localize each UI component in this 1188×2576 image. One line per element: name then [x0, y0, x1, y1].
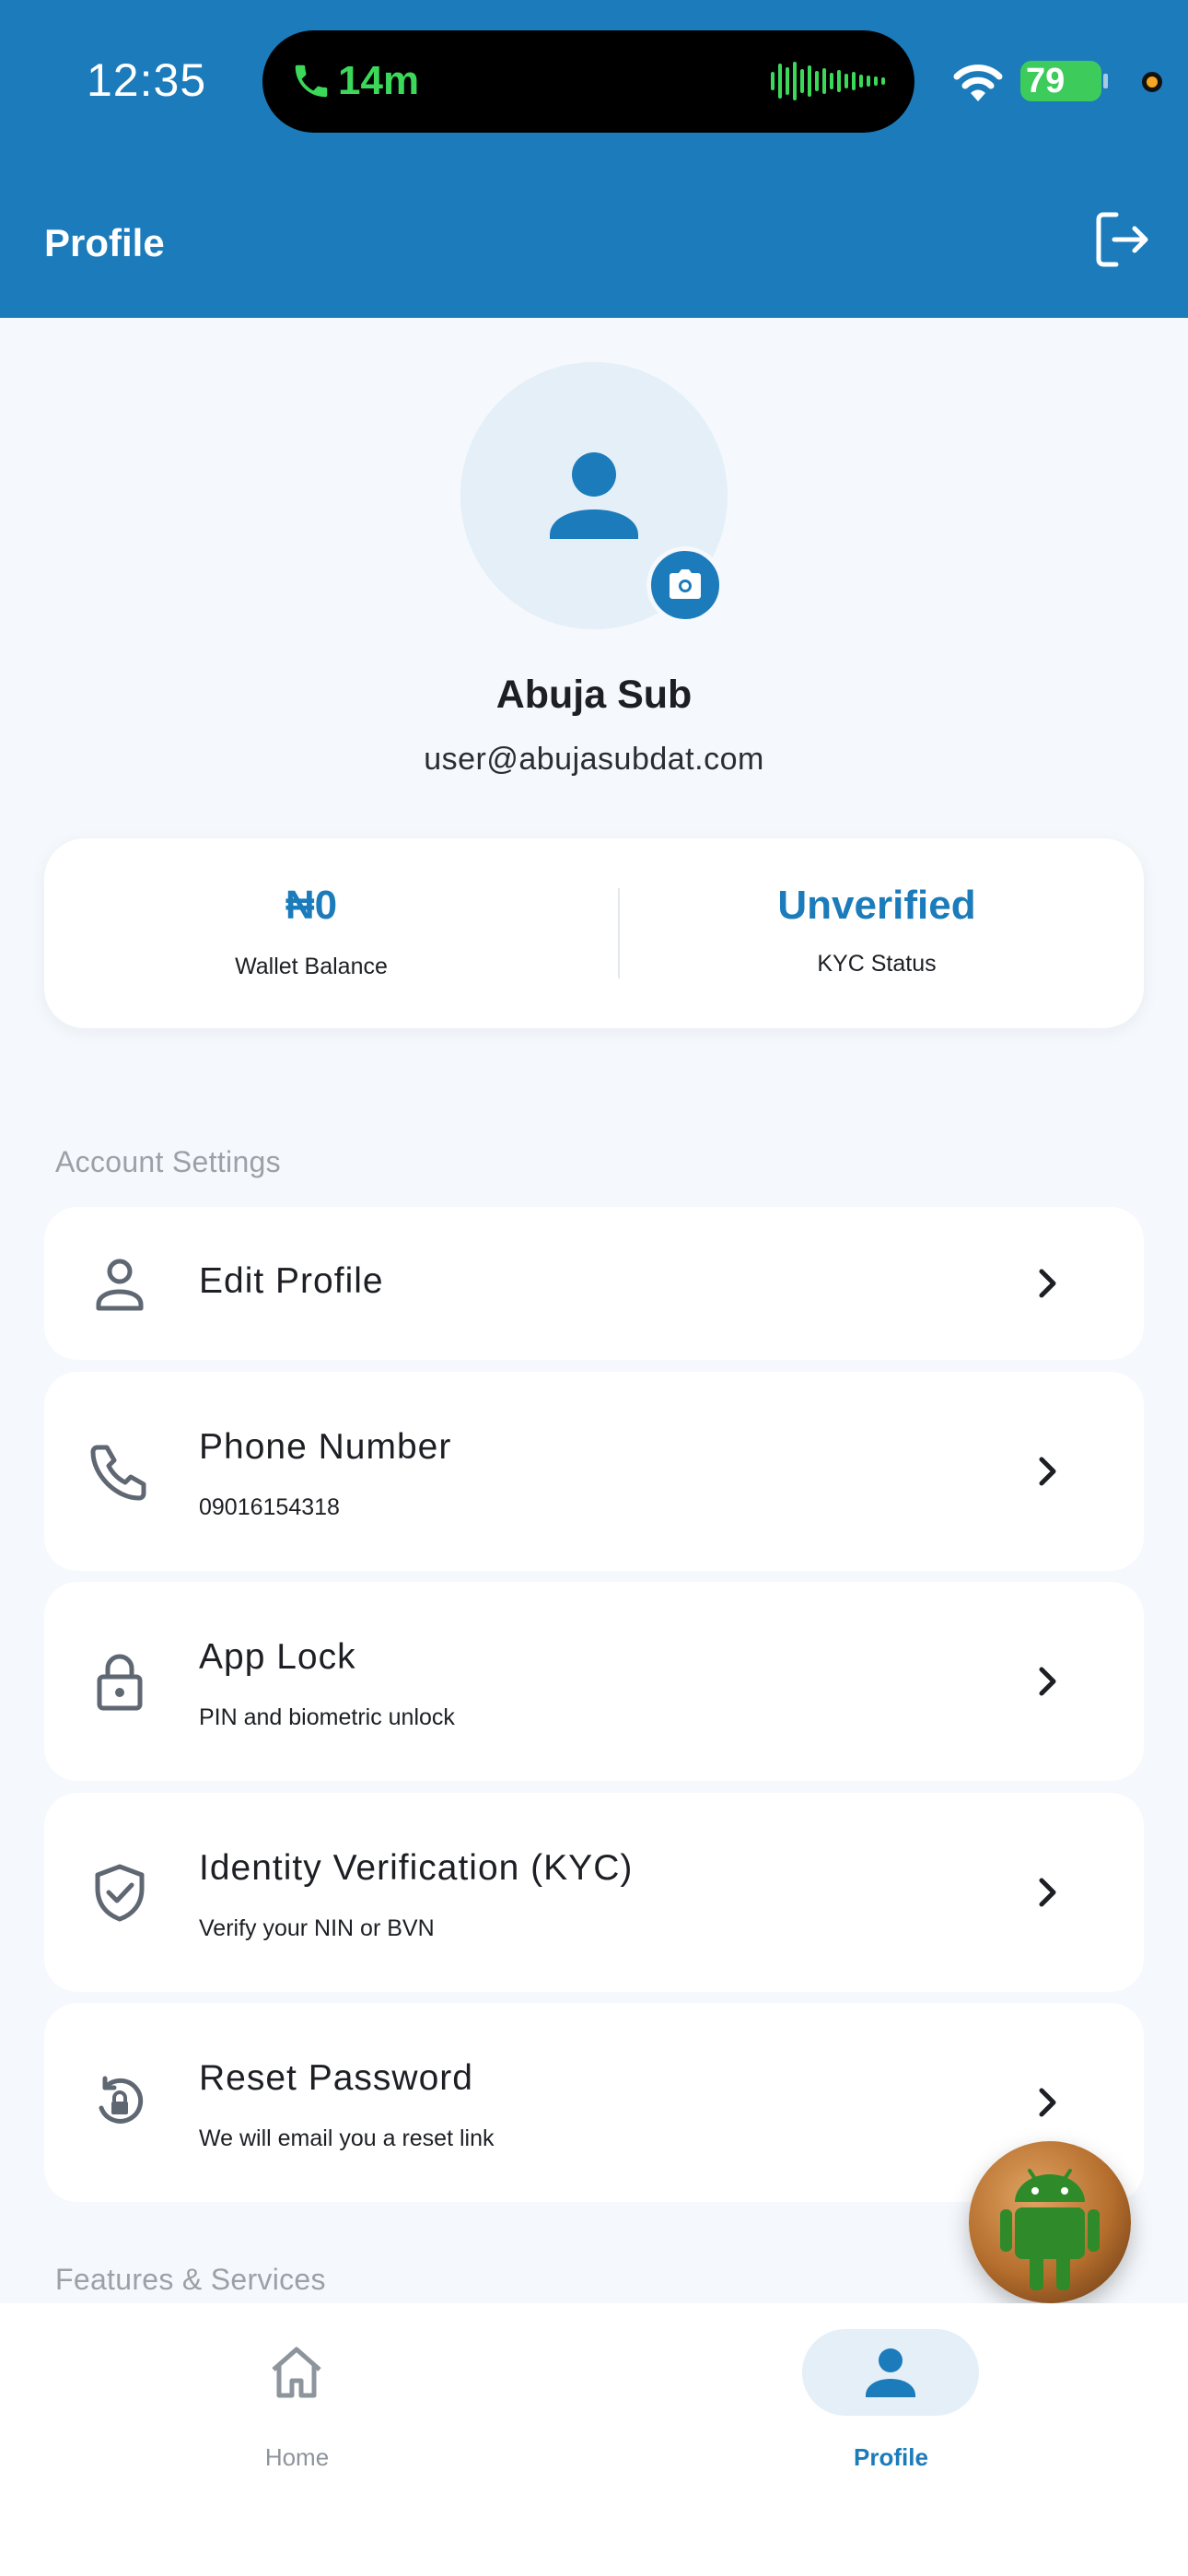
- nav-label-home: Home: [264, 2443, 330, 2471]
- camera-indicator: [1142, 72, 1162, 92]
- settings-item-subtitle: Verify your NIN or BVN: [199, 1915, 435, 1941]
- settings-item-subtitle: We will email you a reset link: [199, 2125, 495, 2151]
- nav-item-profile[interactable]: Profile: [594, 2303, 1188, 2576]
- wifi-icon: [953, 64, 1003, 101]
- android-robot-icon: [1000, 2169, 1100, 2290]
- page-title: Profile: [44, 221, 165, 264]
- settings-item-title: Edit Profile: [199, 1261, 384, 1301]
- person-icon: [550, 452, 638, 539]
- settings-item-subtitle: 09016154318: [199, 1494, 340, 1520]
- kyc-status-stat[interactable]: Unverified KYC Status: [610, 838, 1144, 1028]
- settings-item-subtitle: PIN and biometric unlock: [199, 1704, 455, 1730]
- bottom-navigation: Home Profile: [0, 2303, 1188, 2576]
- battery-indicator: 79: [1020, 61, 1101, 101]
- camera-icon: [670, 569, 701, 599]
- section-title-account-settings: Account Settings: [55, 1145, 281, 1178]
- user-name: Abuja Sub: [495, 673, 693, 717]
- settings-item-app-lock[interactable]: App Lock PIN and biometric unlock: [44, 1582, 1144, 1781]
- audio-waveform-icon: [771, 62, 885, 100]
- wallet-balance-value: ₦0: [285, 883, 338, 928]
- shield-check-icon: [95, 1864, 145, 1922]
- account-summary-card: ₦0 Wallet Balance Unverified KYC Status: [44, 838, 1144, 1028]
- status-time: 12:35: [87, 54, 207, 106]
- lock-reset-icon: [99, 2076, 144, 2124]
- settings-item-identity-verification[interactable]: Identity Verification (KYC) Verify your …: [44, 1793, 1144, 1992]
- battery-cap: [1103, 74, 1108, 88]
- chevron-right-icon: [1039, 1269, 1056, 1298]
- app-header: 12:35 14m 79 Profile: [0, 0, 1188, 318]
- section-title-features-services: Features & Services: [55, 2263, 326, 2296]
- change-photo-button[interactable]: [646, 546, 724, 624]
- settings-item-title: Phone Number: [199, 1427, 452, 1467]
- person-outline-icon: [96, 1259, 144, 1311]
- wallet-balance-stat[interactable]: ₦0 Wallet Balance: [44, 838, 578, 1028]
- chevron-right-icon: [1039, 1667, 1056, 1696]
- logout-icon[interactable]: [1094, 210, 1149, 269]
- kyc-status-label: KYC Status: [817, 951, 937, 977]
- settings-item-phone-number[interactable]: Phone Number 09016154318: [44, 1372, 1144, 1571]
- floating-assistant-button[interactable]: [969, 2141, 1131, 2303]
- dynamic-island-call[interactable]: 14m: [262, 30, 914, 133]
- lock-icon: [97, 1654, 143, 1711]
- settings-item-edit-profile[interactable]: Edit Profile: [44, 1207, 1144, 1360]
- nav-item-home[interactable]: Home: [0, 2303, 594, 2576]
- wallet-balance-label: Wallet Balance: [235, 954, 388, 979]
- chevron-right-icon: [1039, 2088, 1056, 2117]
- settings-item-reset-password[interactable]: Reset Password We will email you a reset…: [44, 2003, 1144, 2202]
- user-email: user@abujasubdat.com: [424, 742, 764, 777]
- person-icon: [866, 2348, 915, 2397]
- chevron-right-icon: [1039, 1457, 1056, 1486]
- settings-item-title: Reset Password: [199, 2058, 473, 2098]
- settings-item-title: App Lock: [199, 1637, 356, 1677]
- settings-item-title: Identity Verification (KYC): [199, 1848, 634, 1888]
- call-duration: 14m: [338, 58, 420, 103]
- chevron-right-icon: [1039, 1878, 1056, 1907]
- nav-label-profile: Profile: [854, 2443, 928, 2471]
- phone-icon: [90, 1445, 146, 1501]
- phone-call-icon: [295, 64, 328, 98]
- home-icon: [272, 2347, 321, 2398]
- kyc-status-value: Unverified: [777, 883, 976, 928]
